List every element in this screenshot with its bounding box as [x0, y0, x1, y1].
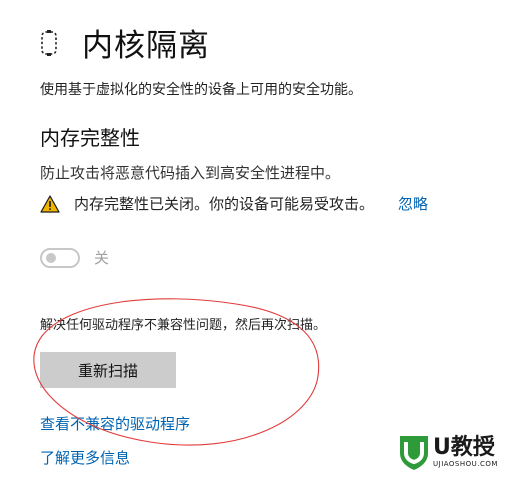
- warning-triangle-icon: [40, 194, 60, 213]
- page-title: 内核隔离: [82, 28, 210, 64]
- memory-integrity-description: 防止攻击将恶意代码插入到高安全性进程中。: [40, 164, 341, 182]
- windows-security-page: 内核隔离 使用基于虚拟化的安全性的设备上可用的安全功能。 内存完整性 防止攻击将…: [0, 0, 514, 485]
- watermark-url: UJIAOSHOU.COM: [433, 460, 498, 468]
- learn-more-link[interactable]: 了解更多信息: [40, 447, 130, 468]
- watermark-brand: U教授: [433, 435, 495, 460]
- ignore-link[interactable]: 忽略: [398, 193, 428, 214]
- rescan-button[interactable]: 重新扫描: [40, 352, 176, 388]
- watermark-logo: U教授 UJIAOSHOU.COM: [397, 433, 498, 471]
- memory-integrity-title: 内存完整性: [40, 126, 140, 150]
- view-incompatible-drivers-link[interactable]: 查看不兼容的驱动程序: [40, 413, 190, 434]
- memory-integrity-toggle[interactable]: [40, 247, 80, 268]
- page-header: 内核隔离: [38, 20, 210, 65]
- watermark-text: U教授 UJIAOSHOU.COM: [433, 435, 498, 469]
- toggle-knob: [46, 252, 56, 263]
- memory-integrity-toggle-row: 关: [40, 247, 109, 268]
- warning-text: 内存完整性已关闭。你的设备可能易受攻击。: [74, 195, 375, 213]
- rescan-description: 解决任何驱动程序不兼容性问题，然后再次扫描。: [40, 318, 327, 333]
- toggle-state-label: 关: [94, 249, 110, 267]
- page-subtitle: 使用基于虚拟化的安全性的设备上可用的安全功能。: [40, 82, 362, 98]
- warning-message: 内存完整性已关闭。你的设备可能易受攻击。 忽略: [40, 193, 428, 214]
- core-isolation-icon: [41, 29, 57, 56]
- shield-logo-icon: [400, 436, 428, 470]
